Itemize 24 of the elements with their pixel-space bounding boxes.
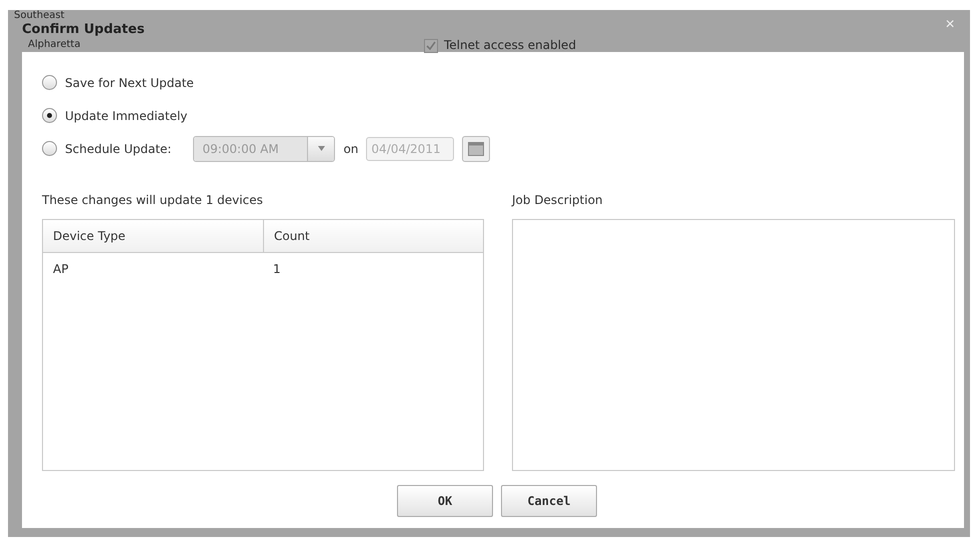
checkbox-label: Telnet access enabled (444, 40, 576, 51)
job-description-label: Job Description (512, 192, 604, 209)
radio-label: Update Immediately (65, 108, 188, 122)
close-button[interactable]: × (945, 16, 955, 32)
dialog-button[interactable]: Cancel (501, 485, 597, 517)
caret-icon (318, 146, 325, 151)
radio-button[interactable] (42, 75, 57, 90)
job-description-field[interactable] (512, 219, 955, 471)
column-header: Device Type (52, 228, 126, 245)
checkbox[interactable] (424, 38, 438, 52)
table-cell-text: AP (52, 261, 70, 278)
table-cell-text: 1 (272, 261, 282, 278)
devices-summary: These changes will update 1 devices (42, 192, 264, 209)
column-header: Count (263, 220, 483, 252)
background-text: Southeast (14, 10, 66, 21)
radio-button[interactable] (42, 108, 57, 123)
radio-label: Schedule Update: (65, 142, 172, 156)
radio-label: Save for Next Update (65, 76, 194, 90)
on-label: on (343, 142, 358, 156)
dialog-title: Confirm Updates (21, 21, 146, 39)
calendar-icon (468, 142, 484, 156)
dialog-button[interactable]: OK (397, 485, 493, 517)
background-text: Alpharetta (27, 39, 82, 52)
calendar-button[interactable] (462, 136, 490, 162)
